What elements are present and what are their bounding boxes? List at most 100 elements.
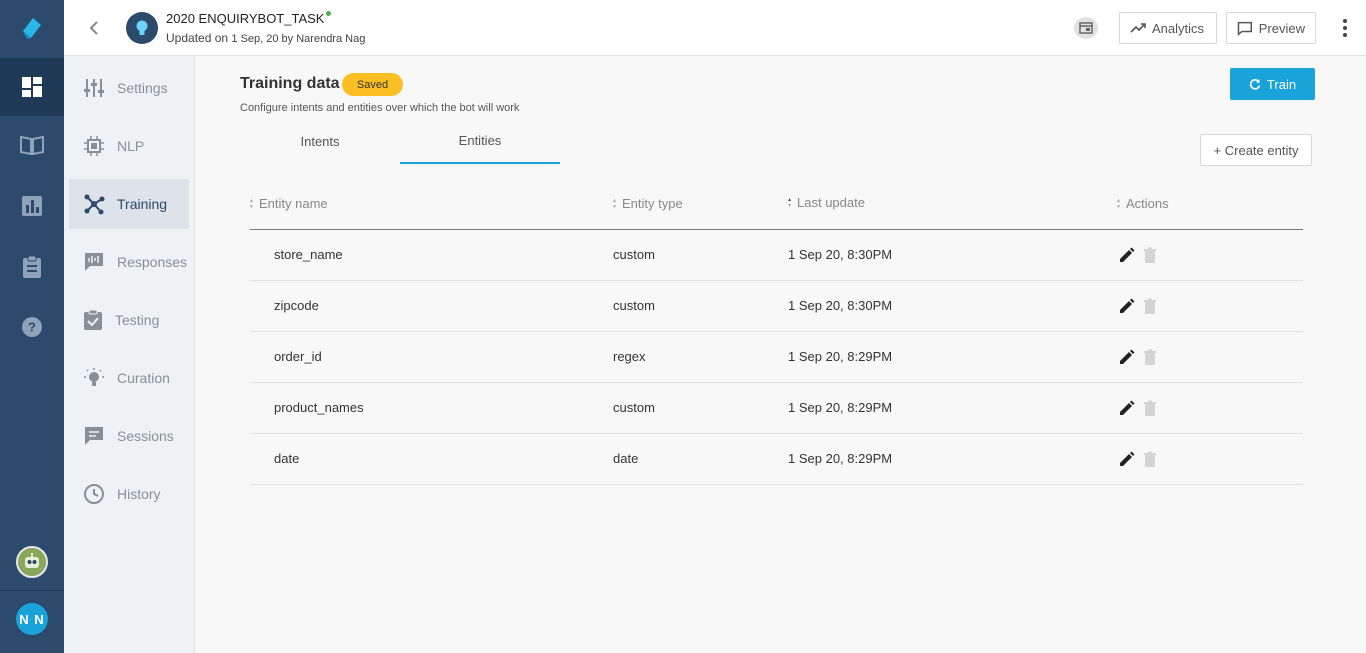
entity-updated: 1 Sep 20, 8:29PM	[788, 451, 893, 466]
entity-type: custom	[613, 247, 655, 262]
tab-entities[interactable]: Entities	[400, 124, 560, 164]
column-header-last-update[interactable]: ▴ ▾ Last update	[788, 195, 865, 210]
logo-icon	[23, 18, 41, 39]
window-icon	[1079, 22, 1093, 34]
rail-reports[interactable]	[0, 177, 64, 235]
chip-icon	[84, 136, 104, 156]
table-row[interactable]: date date 1 Sep 20, 8:29PM	[250, 434, 1303, 485]
delete-trash-icon[interactable]	[1143, 247, 1157, 264]
sort-icon: ▴ ▾	[1117, 197, 1121, 210]
delete-trash-icon[interactable]	[1143, 349, 1157, 366]
nav-item-responses[interactable]: Responses	[69, 237, 189, 287]
bar-chart-icon	[22, 196, 42, 216]
network-icon	[84, 194, 105, 215]
nav-label: Sessions	[117, 428, 174, 444]
nav-item-sessions[interactable]: Sessions	[69, 411, 189, 461]
dot-icon	[1343, 19, 1347, 23]
page-title: Training data	[240, 75, 340, 92]
updated-detail: 1 Sep, 20 by Narendra Nag	[231, 33, 366, 45]
nav-item-testing[interactable]: Testing	[69, 295, 189, 345]
entity-type: regex	[613, 349, 646, 364]
status-badge: Saved	[342, 73, 403, 96]
nav-label: History	[117, 486, 161, 502]
edit-pencil-icon[interactable]	[1118, 349, 1135, 366]
entity-type: custom	[613, 400, 655, 415]
train-button[interactable]: Train	[1230, 68, 1315, 100]
entity-name: date	[274, 451, 300, 466]
refresh-icon	[1249, 79, 1261, 90]
entity-updated: 1 Sep 20, 8:29PM	[788, 349, 893, 364]
column-header-entity-type[interactable]: ▴ ▾ Entity type	[613, 196, 683, 211]
section-nav: Settings NLP Training Responses Testing	[64, 56, 195, 653]
app-logo[interactable]	[0, 0, 64, 56]
more-menu-button[interactable]	[1339, 16, 1351, 40]
layout-toggle-button[interactable]	[1074, 17, 1098, 39]
comment-icon	[1237, 21, 1253, 36]
row-actions	[1118, 247, 1157, 264]
table-row[interactable]: product_names custom 1 Sep 20, 8:29PM	[250, 383, 1303, 434]
rail-dashboard[interactable]	[0, 58, 64, 116]
table-row[interactable]: zipcode custom 1 Sep 20, 8:30PM	[250, 281, 1303, 332]
lightbulb-icon	[136, 20, 148, 35]
entity-updated: 1 Sep 20, 8:29PM	[788, 400, 893, 415]
chat-icon	[85, 427, 103, 445]
preview-button[interactable]: Preview	[1226, 12, 1316, 44]
entity-type: date	[613, 451, 639, 466]
entity-name: store_name	[274, 247, 343, 262]
edit-pencil-icon[interactable]	[1118, 451, 1135, 468]
top-header: 2020 ENQUIRYBOT_TASK Updated on 1 Sep, 2…	[64, 0, 1366, 56]
delete-trash-icon[interactable]	[1143, 400, 1157, 417]
row-actions	[1118, 298, 1157, 315]
row-actions	[1118, 400, 1157, 417]
table-row[interactable]: order_id regex 1 Sep 20, 8:29PM	[250, 332, 1303, 383]
tab-label: Intents	[300, 133, 340, 149]
edit-pencil-icon[interactable]	[1118, 247, 1135, 264]
analytics-label: Analytics	[1152, 20, 1205, 36]
chevron-left-icon	[89, 21, 98, 35]
preview-label: Preview	[1258, 20, 1305, 36]
rail-tasks[interactable]	[0, 238, 64, 296]
bot-avatar[interactable]	[16, 546, 48, 578]
train-label: Train	[1266, 76, 1297, 92]
sort-icon: ▴ ▾	[788, 196, 792, 209]
nav-item-history[interactable]: History	[69, 469, 189, 519]
edit-pencil-icon[interactable]	[1118, 400, 1135, 417]
sort-icon: ▴ ▾	[613, 197, 617, 210]
bot-name-text: 2020 ENQUIRYBOT_TASK	[166, 11, 325, 26]
clipboard-icon	[23, 255, 41, 278]
app-rail: ? N N	[0, 0, 64, 653]
bot-updated: Updated on 1 Sep, 20 by Narendra Nag	[166, 31, 365, 45]
clipboard-check-icon	[84, 309, 102, 330]
nav-item-nlp[interactable]: NLP	[69, 121, 189, 171]
entities-table: ▴ ▾ Entity name ▴ ▾ Entity type ▴ ▾ Last up…	[250, 180, 1303, 485]
rail-divider	[0, 590, 64, 591]
rail-help[interactable]: ?	[0, 298, 64, 356]
tab-intents[interactable]: Intents	[240, 124, 400, 164]
sort-icon: ▴ ▾	[250, 197, 254, 210]
delete-trash-icon[interactable]	[1143, 451, 1157, 468]
sliders-icon	[84, 79, 104, 97]
entity-name: product_names	[274, 400, 364, 415]
robot-icon	[25, 553, 39, 568]
nav-item-training[interactable]: Training	[69, 179, 189, 229]
nav-label: Testing	[115, 312, 160, 328]
trending-up-icon	[1130, 23, 1146, 33]
nav-item-curation[interactable]: Curation	[69, 353, 189, 403]
edit-pencil-icon[interactable]	[1118, 298, 1135, 315]
dot-icon	[1343, 33, 1347, 37]
back-button[interactable]	[84, 18, 104, 38]
analytics-button[interactable]: Analytics	[1119, 12, 1217, 44]
row-actions	[1118, 349, 1157, 366]
user-avatar[interactable]: N N	[16, 603, 48, 635]
nav-label: Responses	[117, 254, 188, 270]
column-header-entity-name[interactable]: ▴ ▾ Entity name	[250, 196, 328, 211]
nav-item-settings[interactable]: Settings	[69, 63, 189, 113]
entity-updated: 1 Sep 20, 8:30PM	[788, 247, 893, 262]
column-label: Actions	[1126, 196, 1169, 211]
rail-knowledge[interactable]	[0, 116, 64, 174]
delete-trash-icon[interactable]	[1143, 298, 1157, 315]
table-row[interactable]: store_name custom 1 Sep 20, 8:30PM	[250, 230, 1303, 281]
entity-updated: 1 Sep 20, 8:30PM	[788, 298, 893, 313]
create-entity-button[interactable]: + Create entity	[1200, 134, 1312, 166]
bot-name: 2020 ENQUIRYBOT_TASK	[166, 11, 332, 26]
